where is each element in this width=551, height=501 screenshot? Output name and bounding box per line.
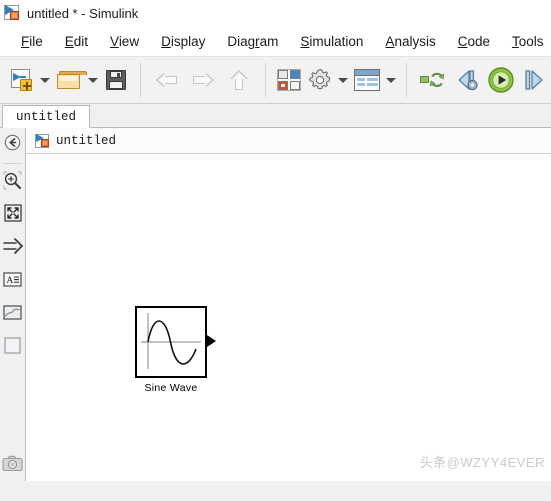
open-model-dropdown[interactable]: [86, 63, 100, 97]
window-title: untitled * - Simulink: [27, 5, 139, 21]
new-model-dropdown[interactable]: [38, 63, 52, 97]
menu-item-diagram[interactable]: Diagram: [216, 31, 289, 52]
menu-item-edit[interactable]: Edit: [54, 31, 99, 52]
menu-item-code[interactable]: Code: [447, 31, 501, 52]
chevron-down-icon: [40, 77, 50, 83]
block-sine-wave[interactable]: Sine Wave: [135, 306, 216, 394]
chevron-down-icon: [338, 77, 348, 83]
menu-item-file[interactable]: File: [10, 31, 54, 52]
update-model-button[interactable]: [415, 63, 451, 97]
model-settings-button[interactable]: [304, 63, 336, 97]
gear-icon: [308, 68, 332, 92]
save-button[interactable]: [100, 63, 132, 97]
sidebar-item-zoom-in[interactable]: [0, 166, 25, 199]
model-explorer-button[interactable]: [350, 63, 384, 97]
step-forward-icon: [522, 69, 546, 91]
toolbar-separator-3: [406, 63, 407, 97]
output-port[interactable]: [207, 335, 216, 347]
zoom-in-icon: [3, 171, 22, 195]
model-explorer-icon: [354, 69, 380, 91]
step-forward-button[interactable]: [517, 63, 551, 97]
up-arrow-icon: [229, 69, 249, 91]
sidebar-item-area[interactable]: [0, 331, 25, 364]
signal-arrow-icon: [2, 238, 23, 259]
sidebar-item-signal-arrow[interactable]: [0, 232, 25, 265]
navigate-back-button[interactable]: [149, 63, 185, 97]
step-back-button[interactable]: [451, 63, 485, 97]
camera-icon: [2, 455, 23, 477]
editor-body: A untitled Sine Wave 头条@WZYY4EVER: [0, 128, 551, 481]
open-folder-icon: [57, 70, 87, 90]
breadcrumb: untitled: [26, 128, 551, 154]
tab-label: untitled: [16, 109, 77, 124]
run-button[interactable]: [485, 63, 517, 97]
navigate-back-icon: [4, 134, 21, 156]
library-browser-icon: [277, 69, 301, 91]
sidebar-divider: [3, 163, 22, 164]
sidebar-item-annotation[interactable]: A: [0, 265, 25, 298]
update-model-icon: [420, 70, 446, 90]
title-bar: untitled * - Simulink: [0, 0, 551, 26]
area-icon: [4, 336, 21, 359]
svg-text:A: A: [6, 276, 13, 286]
breadcrumb-label: untitled: [56, 133, 117, 148]
toolbar-separator-2: [265, 63, 266, 97]
save-icon: [106, 70, 126, 90]
model-canvas[interactable]: Sine Wave 头条@WZYY4EVER: [26, 154, 551, 481]
simulink-window: untitled * - Simulink File Edit View Dis…: [0, 0, 551, 501]
menu-item-tools[interactable]: Tools: [501, 31, 551, 52]
fit-to-view-icon: [3, 204, 22, 227]
canvas-toolbar: A: [0, 128, 26, 481]
new-model-button[interactable]: [6, 63, 38, 97]
model-explorer-dropdown[interactable]: [384, 63, 398, 97]
tab-untitled[interactable]: untitled: [2, 105, 91, 128]
tab-strip: untitled: [0, 104, 551, 128]
chevron-down-icon: [386, 77, 396, 83]
menu-item-analysis[interactable]: Analysis: [374, 31, 446, 52]
open-model-button[interactable]: [52, 63, 87, 97]
back-arrow-icon: [155, 70, 179, 90]
library-browser-button[interactable]: [274, 63, 304, 97]
watermark: 头条@WZYY4EVER: [419, 455, 545, 470]
simulink-model-icon: [4, 4, 22, 22]
block-body: [135, 306, 207, 378]
new-model-icon: [11, 69, 33, 91]
annotation-icon: A: [3, 271, 22, 293]
sidebar-item-navigate-back[interactable]: [0, 128, 25, 161]
image-icon: [3, 304, 22, 326]
menu-item-simulation[interactable]: Simulation: [289, 31, 374, 52]
menu-bar: File Edit View Display Diagram Simulatio…: [0, 26, 551, 56]
menu-item-view[interactable]: View: [99, 31, 150, 52]
sidebar-item-image[interactable]: [0, 298, 25, 331]
navigate-forward-button[interactable]: [185, 63, 221, 97]
forward-arrow-icon: [191, 70, 215, 90]
model-settings-dropdown[interactable]: [336, 63, 350, 97]
sidebar-item-fit-to-view[interactable]: [0, 199, 25, 232]
canvas-region: untitled Sine Wave 头条@WZYY4EVER: [26, 128, 551, 481]
toolbar: [0, 56, 551, 104]
menu-item-display[interactable]: Display: [150, 31, 216, 52]
chevron-down-icon: [88, 77, 98, 83]
sidebar-item-camera[interactable]: [0, 455, 25, 477]
run-play-icon: [488, 67, 514, 93]
step-back-icon: [456, 69, 480, 91]
navigate-up-button[interactable]: [221, 63, 257, 97]
simulink-model-icon: [35, 133, 51, 149]
block-label: Sine Wave: [144, 382, 198, 394]
toolbar-separator-1: [140, 63, 141, 97]
